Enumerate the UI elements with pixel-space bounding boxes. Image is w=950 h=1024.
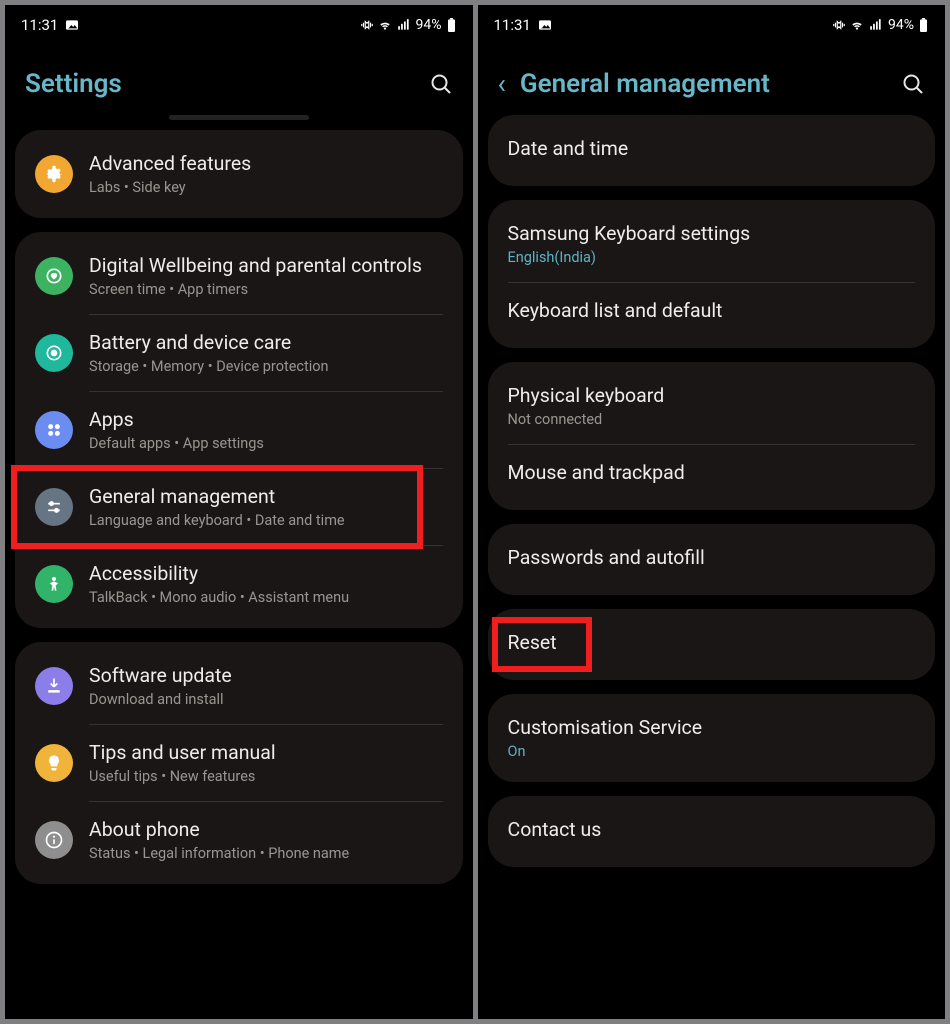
media-icon bbox=[537, 17, 553, 33]
item-title: Physical keyboard bbox=[508, 384, 916, 407]
battery-pct: 94% bbox=[416, 17, 442, 33]
settings-item-update[interactable]: Software update Download and install bbox=[15, 648, 463, 724]
item-title: Passwords and autofill bbox=[508, 546, 916, 569]
gm-item-pwd[interactable]: Passwords and autofill bbox=[488, 530, 936, 589]
battery-icon bbox=[35, 334, 73, 372]
item-subtitle: Download and install bbox=[89, 691, 443, 708]
vibrate-icon bbox=[832, 18, 846, 32]
item-subtitle: Useful tips • New features bbox=[89, 768, 443, 785]
page-title: General management bbox=[520, 69, 770, 99]
item-subtitle: Screen time • App timers bbox=[89, 281, 443, 298]
gm-group: Samsung Keyboard settings English(India)… bbox=[488, 200, 936, 348]
wifi-icon bbox=[850, 18, 864, 32]
settings-item-about[interactable]: About phone Status • Legal information •… bbox=[15, 802, 463, 878]
gm-group: Reset bbox=[488, 609, 936, 680]
search-icon[interactable] bbox=[429, 72, 453, 96]
item-title: Customisation Service bbox=[508, 716, 916, 739]
settings-item-general[interactable]: General management Language and keyboard… bbox=[15, 469, 463, 545]
phone-general-management: 11:31 94% ‹ General management Date and … bbox=[478, 5, 946, 1019]
item-title: Keyboard list and default bbox=[508, 299, 916, 322]
signal-icon bbox=[396, 18, 412, 32]
settings-group: Digital Wellbeing and parental controls … bbox=[15, 232, 463, 628]
item-subtitle: Status • Legal information • Phone name bbox=[89, 845, 443, 862]
tips-icon bbox=[35, 744, 73, 782]
gm-item-mouse[interactable]: Mouse and trackpad bbox=[488, 445, 936, 504]
item-title: Date and time bbox=[508, 137, 916, 160]
item-subtitle: Default apps • App settings bbox=[89, 435, 443, 452]
item-title: Reset bbox=[508, 631, 916, 654]
item-subtitle: On bbox=[508, 743, 916, 760]
status-time: 11:31 bbox=[21, 16, 58, 34]
item-title: Digital Wellbeing and parental controls bbox=[89, 254, 443, 277]
item-title: General management bbox=[89, 485, 443, 508]
update-icon bbox=[35, 667, 73, 705]
gm-group: Date and time bbox=[488, 115, 936, 186]
gm-item-phys[interactable]: Physical keyboard Not connected bbox=[488, 368, 936, 444]
settings-item-battery[interactable]: Battery and device care Storage • Memory… bbox=[15, 315, 463, 391]
item-title: Battery and device care bbox=[89, 331, 443, 354]
gm-item-custom[interactable]: Customisation Service On bbox=[488, 700, 936, 776]
phone-settings: 11:31 94% Settings Advanced features Lab… bbox=[5, 5, 473, 1019]
gm-item-kbdlist[interactable]: Keyboard list and default bbox=[488, 283, 936, 342]
gm-group: Customisation Service On bbox=[488, 694, 936, 782]
gm-item-kbd[interactable]: Samsung Keyboard settings English(India) bbox=[488, 206, 936, 282]
item-title: Contact us bbox=[508, 818, 916, 841]
settings-header: Settings bbox=[5, 45, 473, 115]
signal-icon bbox=[868, 18, 884, 32]
gm-item-contact[interactable]: Contact us bbox=[488, 802, 936, 861]
item-subtitle: Not connected bbox=[508, 411, 916, 428]
item-title: Tips and user manual bbox=[89, 741, 443, 764]
status-bar: 11:31 94% bbox=[478, 5, 946, 45]
back-button[interactable]: ‹ bbox=[498, 70, 506, 98]
settings-item-tips[interactable]: Tips and user manual Useful tips • New f… bbox=[15, 725, 463, 801]
item-title: Apps bbox=[89, 408, 443, 431]
wifi-icon bbox=[378, 18, 392, 32]
item-subtitle: Labs • Side key bbox=[89, 179, 443, 196]
apps-icon bbox=[35, 411, 73, 449]
battery-pct: 94% bbox=[888, 17, 914, 33]
item-title: Advanced features bbox=[89, 152, 443, 175]
settings-group: Software update Download and install Tip… bbox=[15, 642, 463, 884]
wellbeing-icon bbox=[35, 257, 73, 295]
search-icon[interactable] bbox=[901, 72, 925, 96]
gm-group: Contact us bbox=[488, 796, 936, 867]
gm-item-date[interactable]: Date and time bbox=[488, 121, 936, 180]
battery-icon bbox=[446, 18, 457, 32]
item-title: About phone bbox=[89, 818, 443, 841]
gm-group: Physical keyboard Not connected Mouse an… bbox=[488, 362, 936, 510]
gm-header: ‹ General management bbox=[478, 45, 946, 115]
settings-list: Advanced features Labs • Side key Digita… bbox=[5, 130, 473, 1019]
item-subtitle: Language and keyboard • Date and time bbox=[89, 512, 443, 529]
status-bar: 11:31 94% bbox=[5, 5, 473, 45]
gm-group: Passwords and autofill bbox=[488, 524, 936, 595]
settings-group: Advanced features Labs • Side key bbox=[15, 130, 463, 218]
about-icon bbox=[35, 821, 73, 859]
settings-item-apps[interactable]: Apps Default apps • App settings bbox=[15, 392, 463, 468]
advanced-icon bbox=[35, 155, 73, 193]
item-title: Samsung Keyboard settings bbox=[508, 222, 916, 245]
general-icon bbox=[35, 488, 73, 526]
accessibility-icon bbox=[35, 565, 73, 603]
item-title: Mouse and trackpad bbox=[508, 461, 916, 484]
item-subtitle: Storage • Memory • Device protection bbox=[89, 358, 443, 375]
item-title: Accessibility bbox=[89, 562, 443, 585]
gm-list: Date and time Samsung Keyboard settings … bbox=[478, 115, 946, 1019]
expand-handle[interactable] bbox=[169, 115, 309, 120]
status-time: 11:31 bbox=[494, 16, 531, 34]
settings-item-wellbeing[interactable]: Digital Wellbeing and parental controls … bbox=[15, 238, 463, 314]
media-icon bbox=[64, 17, 80, 33]
settings-item-advanced[interactable]: Advanced features Labs • Side key bbox=[15, 136, 463, 212]
battery-icon bbox=[918, 18, 929, 32]
vibrate-icon bbox=[360, 18, 374, 32]
item-title: Software update bbox=[89, 664, 443, 687]
settings-item-accessibility[interactable]: Accessibility TalkBack • Mono audio • As… bbox=[15, 546, 463, 622]
gm-item-reset[interactable]: Reset bbox=[488, 615, 936, 674]
item-subtitle: TalkBack • Mono audio • Assistant menu bbox=[89, 589, 443, 606]
item-subtitle: English(India) bbox=[508, 249, 916, 266]
page-title: Settings bbox=[25, 69, 122, 99]
